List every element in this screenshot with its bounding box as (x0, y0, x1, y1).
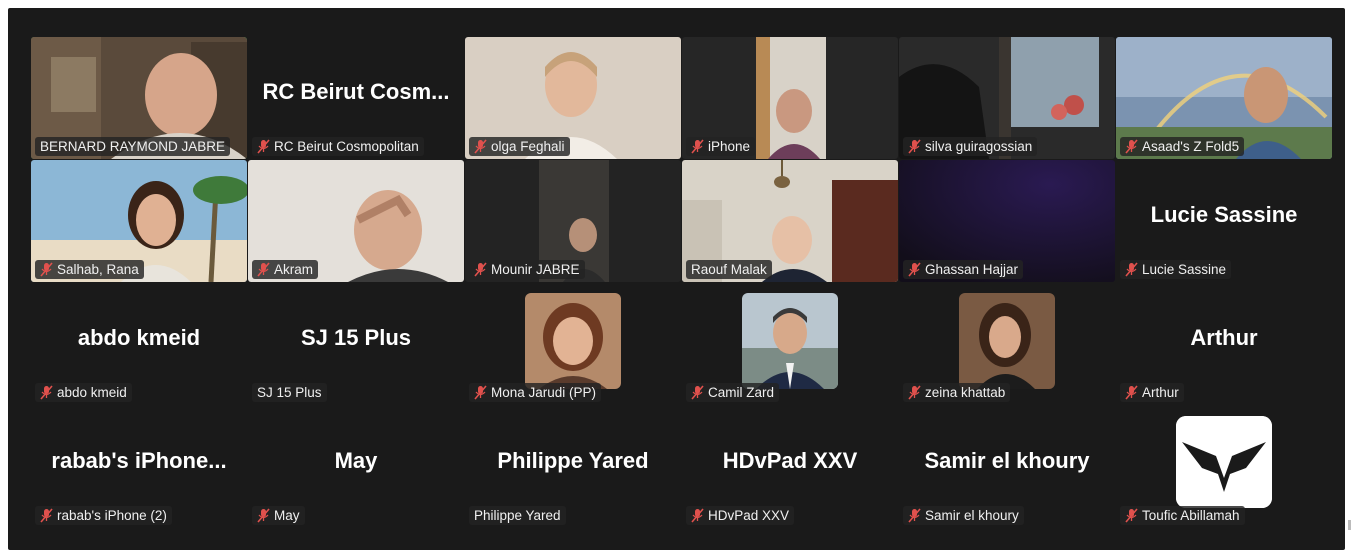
participant-display-name: abdo kmeid (77, 325, 201, 350)
microphone-muted-icon (908, 139, 921, 154)
participant-display-name: HDvPad XXV (722, 448, 858, 473)
participant-tile-toufic-abillamah[interactable]: Toufic Abillamah (1116, 406, 1332, 528)
participant-tile-akram[interactable]: Akram (248, 160, 464, 282)
participant-name-label: RC Beirut Cosmopolitan (252, 137, 424, 156)
microphone-muted-icon (474, 139, 487, 154)
participant-name-label: Arthur (1120, 383, 1184, 402)
participant-tile-olga-feghali[interactable]: olga Feghali (465, 37, 681, 159)
participant-display-name: Samir el khoury (924, 448, 1090, 473)
participant-name-label: Salhab, Rana (35, 260, 144, 279)
participant-display-name: rabab's iPhone... (51, 448, 227, 473)
participant-tile-raouf-malak[interactable]: Raouf Malak (682, 160, 898, 282)
participant-display-name: May (334, 448, 378, 473)
participant-name-label: olga Feghali (469, 137, 570, 156)
microphone-muted-icon (1125, 262, 1138, 277)
participant-name-label: Lucie Sassine (1120, 260, 1232, 279)
participant-name-label: BERNARD RAYMOND JABRE (35, 137, 231, 156)
participant-tile-asaad[interactable]: Asaad's Z Fold5 (1116, 37, 1332, 159)
participant-tile-sj-15-plus[interactable]: SJ 15 Plus SJ 15 Plus (248, 283, 464, 405)
participant-name-label: HDvPad XXV (686, 506, 795, 525)
participant-tile-ghassan-hajjar[interactable]: Ghassan Hajjar (899, 160, 1115, 282)
microphone-muted-icon (1125, 385, 1138, 400)
participant-name-label: Philippe Yared (469, 506, 566, 525)
participant-name-label: Mona Jarudi (PP) (469, 383, 602, 402)
microphone-muted-icon (257, 139, 270, 154)
participant-name-label: Camil Zard (686, 383, 780, 402)
participant-tile-camil-zard[interactable]: Camil Zard (682, 283, 898, 405)
gallery-view: BERNARD RAYMOND JABRE RC Beirut Cosm... … (8, 8, 1345, 550)
microphone-muted-icon (474, 385, 487, 400)
participant-display-name: Philippe Yared (497, 448, 649, 473)
microphone-muted-icon (1125, 508, 1138, 523)
participant-name-label: Asaad's Z Fold5 (1120, 137, 1245, 156)
participant-tile-bernard-jabre[interactable]: BERNARD RAYMOND JABRE (31, 37, 247, 159)
participant-tile-may[interactable]: May May (248, 406, 464, 528)
participant-name-label: SJ 15 Plus (252, 383, 327, 402)
participant-name-label: May (252, 506, 305, 525)
participant-name-label: Samir el khoury (903, 506, 1024, 525)
microphone-muted-icon (691, 385, 704, 400)
microphone-muted-icon (474, 262, 487, 277)
participant-display-name: SJ 15 Plus (300, 325, 412, 350)
participant-name-label: rabab's iPhone (2) (35, 506, 172, 525)
participant-tile-salhab-rana[interactable]: Salhab, Rana (31, 160, 247, 282)
participant-tile-abdo-kmeid[interactable]: abdo kmeid abdo kmeid (31, 283, 247, 405)
microphone-muted-icon (40, 385, 53, 400)
microphone-muted-icon (908, 508, 921, 523)
participant-name-label: iPhone (686, 137, 756, 156)
participant-name-label: Ghassan Hajjar (903, 260, 1024, 279)
participant-name-label: silva guiragossian (903, 137, 1038, 156)
participant-tile-rabab-iphone[interactable]: rabab's iPhone... rabab's iPhone (2) (31, 406, 247, 528)
microphone-muted-icon (40, 508, 53, 523)
participant-tile-mounir-jabre[interactable]: Mounir JABRE (465, 160, 681, 282)
microphone-muted-icon (257, 262, 270, 277)
microphone-muted-icon (1125, 139, 1138, 154)
microphone-muted-icon (908, 262, 921, 277)
avatar (525, 293, 621, 389)
participant-tile-philippe-yared[interactable]: Philippe Yared Philippe Yared (465, 406, 681, 528)
microphone-muted-icon (40, 262, 53, 277)
avatar (1176, 416, 1272, 508)
microphone-muted-icon (257, 508, 270, 523)
participant-tile-zeina-khattab[interactable]: zeina khattab (899, 283, 1115, 405)
participant-name-label: Akram (252, 260, 319, 279)
participant-tile-lucie-sassine[interactable]: Lucie Sassine Lucie Sassine (1116, 160, 1332, 282)
microphone-muted-icon (691, 139, 704, 154)
avatar (742, 293, 838, 389)
participant-tile-silva-guiragossian[interactable]: silva guiragossian (899, 37, 1115, 159)
participant-tile-arthur[interactable]: Arthur Arthur (1116, 283, 1332, 405)
avatar (959, 293, 1055, 389)
participant-name-label: Mounir JABRE (469, 260, 585, 279)
participant-name-label: abdo kmeid (35, 383, 132, 402)
participant-display-name: RC Beirut Cosm... (262, 79, 450, 104)
participant-tile-samir-el-khoury[interactable]: Samir el khoury Samir el khoury (899, 406, 1115, 528)
participant-display-name: Arthur (1190, 325, 1258, 350)
participant-tile-hdvpad-xxv[interactable]: HDvPad XXV HDvPad XXV (682, 406, 898, 528)
participant-name-label: Raouf Malak (686, 260, 772, 279)
participant-name-label: Toufic Abillamah (1120, 506, 1245, 525)
participant-tile-mona-jarudi[interactable]: Mona Jarudi (PP) (465, 283, 681, 405)
microphone-muted-icon (691, 508, 704, 523)
participant-name-label: zeina khattab (903, 383, 1011, 402)
microphone-muted-icon (908, 385, 921, 400)
participant-tile-iphone[interactable]: iPhone (682, 37, 898, 159)
participant-display-name: Lucie Sassine (1150, 202, 1298, 227)
participant-tile-rc-beirut[interactable]: RC Beirut Cosm... RC Beirut Cosmopolitan (248, 37, 464, 159)
